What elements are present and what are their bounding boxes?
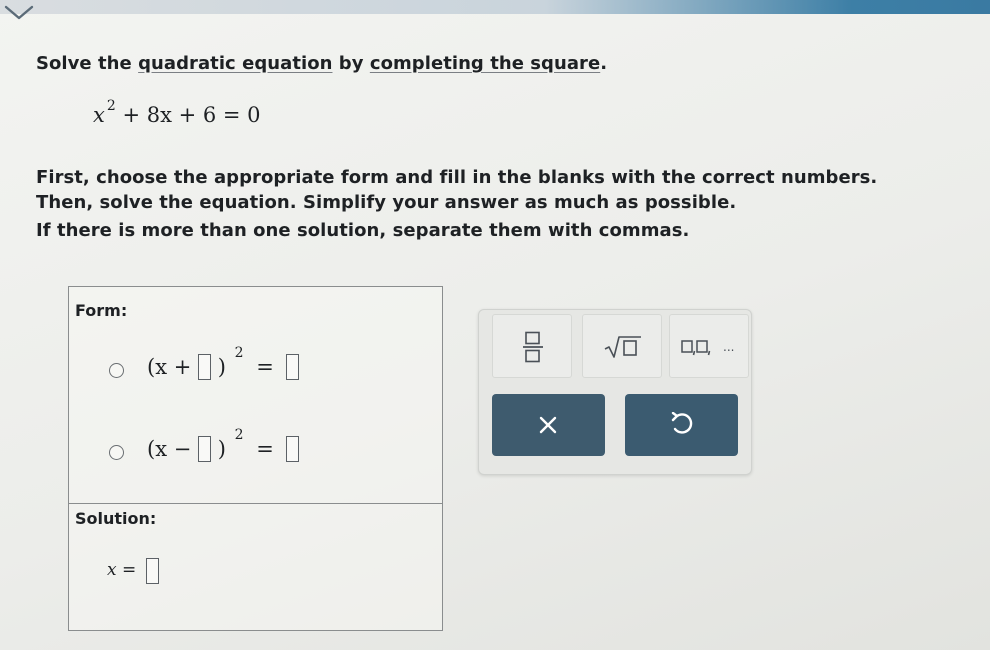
prompt-prefix: Solve the [36, 53, 139, 74]
list-button[interactable]: ... [669, 314, 749, 378]
instruction-2: Then, solve the equation. Simplify your … [36, 192, 737, 213]
chevron-down-icon[interactable] [2, 2, 36, 24]
blank-rhs-plus[interactable] [286, 353, 300, 380]
form-section: Form: (x + ) 2 = (x − ) 2 = [69, 287, 442, 504]
equation-exponent: 2 [106, 98, 116, 114]
formula-open-plus: (x + [147, 354, 192, 379]
list-ellipsis: ... [723, 340, 735, 354]
formula-plus: (x + ) 2 = [147, 345, 300, 385]
formula-close-minus: ) [217, 436, 226, 461]
formula-close-plus: ) [217, 354, 226, 379]
blank-rhs-minus[interactable] [286, 435, 300, 462]
given-equation: x2 + 8x + 6 = 0 [93, 95, 261, 130]
instruction-3: If there is more than one solution, sepa… [36, 220, 690, 241]
prompt-middle: by [332, 53, 370, 74]
math-toolbox: ... [478, 309, 752, 475]
prompt-suffix: . [600, 53, 608, 74]
answer-panel: Form: (x + ) 2 = (x − ) 2 = Solution: x … [68, 286, 443, 631]
radio-button-minus[interactable] [109, 445, 124, 460]
fraction-icon [523, 331, 543, 363]
form-label: Form: [75, 301, 128, 320]
link-quadratic-equation[interactable]: quadratic equation [138, 53, 332, 74]
solution-prefix: x = [107, 560, 137, 580]
formula-open-minus: (x − [147, 436, 192, 461]
link-completing-the-square[interactable]: completing the square [370, 53, 600, 74]
formula-minus: (x − ) 2 = [147, 427, 300, 467]
radio-button-plus[interactable] [109, 363, 124, 378]
equation-variable: x [93, 103, 105, 127]
formula-equals-plus: = [256, 354, 274, 379]
fraction-button[interactable] [492, 314, 572, 378]
solution-input[interactable] [146, 557, 160, 584]
formula-equals-minus: = [256, 436, 274, 461]
close-icon [539, 416, 557, 434]
instruction-1: First, choose the appropriate form and f… [36, 167, 878, 188]
equation-rest: + 8x + 6 = 0 [122, 103, 261, 127]
clear-button[interactable] [492, 394, 605, 456]
top-accent-bar [0, 0, 990, 14]
square-root-button[interactable] [582, 314, 662, 378]
formula-exponent-minus: 2 [234, 426, 244, 443]
square-root-icon [604, 336, 641, 358]
blank-constant-plus[interactable] [198, 353, 211, 380]
formula-exponent-plus: 2 [234, 344, 244, 361]
undo-button[interactable] [625, 394, 738, 456]
list-icon [681, 340, 711, 356]
solution-row: x = [107, 555, 160, 585]
undo-icon [671, 412, 693, 434]
blank-constant-minus[interactable] [198, 435, 211, 462]
solution-label: Solution: [75, 509, 157, 528]
question-prompt: Solve the quadratic equation by completi… [36, 53, 607, 75]
